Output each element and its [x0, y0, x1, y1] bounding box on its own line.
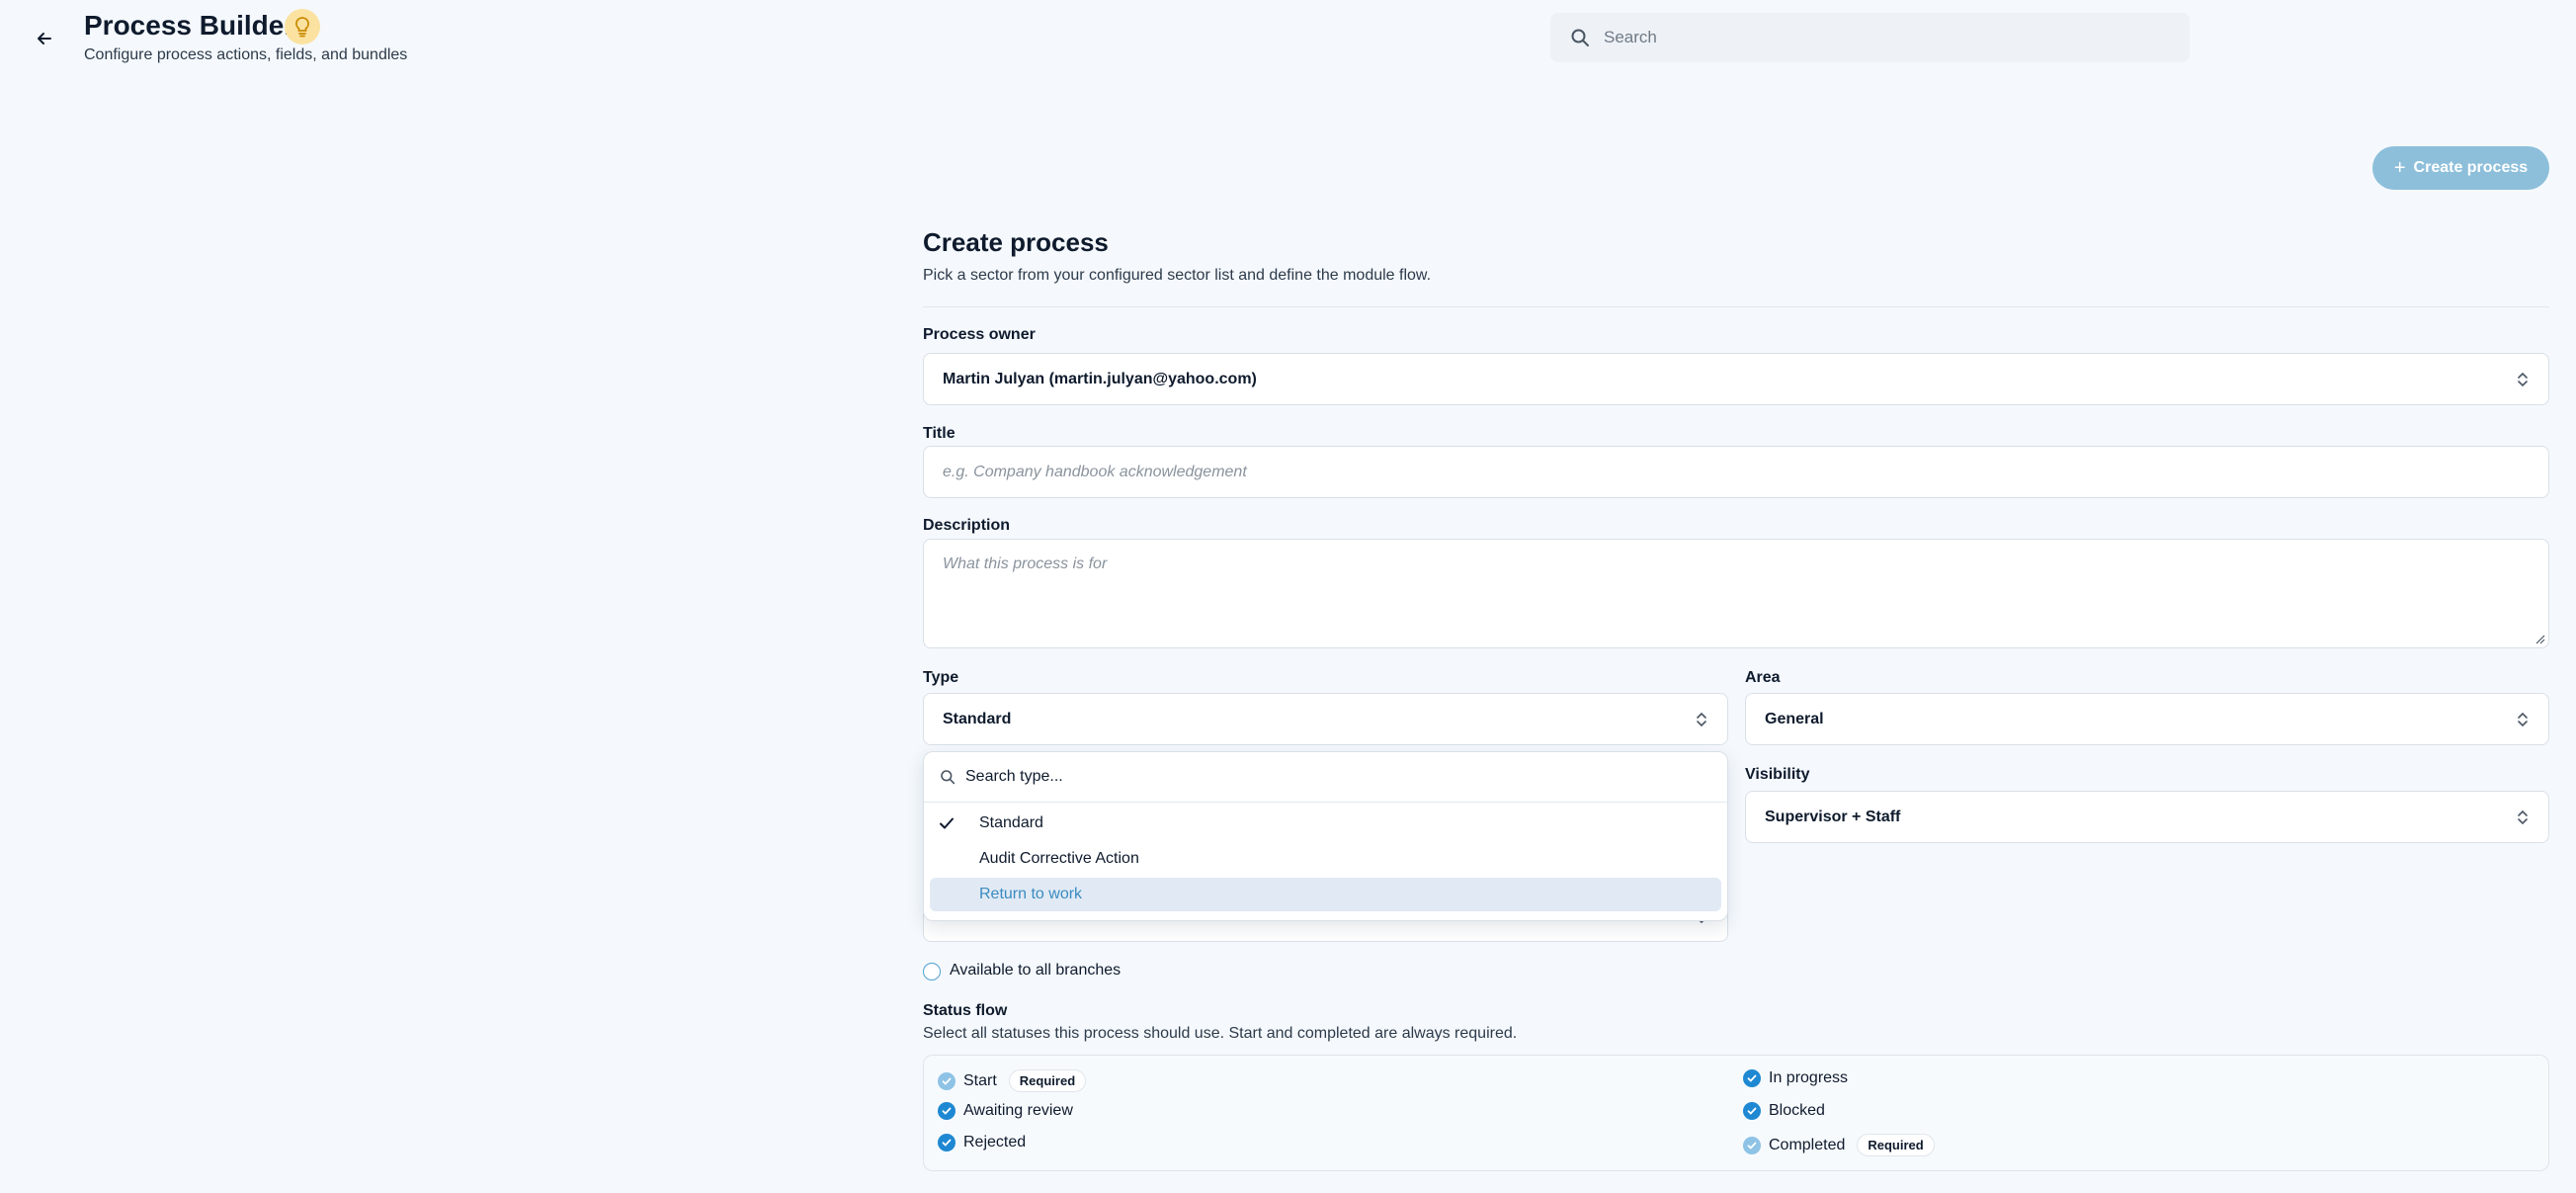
process-owner-label: Process owner — [923, 326, 1036, 343]
branches-checkbox[interactable] — [923, 963, 941, 980]
process-owner-select[interactable]: Martin Julyan (martin.julyan@yahoo.com) — [923, 353, 2549, 405]
option-label: Return to work — [979, 886, 1083, 902]
status-completed[interactable]: Completed Required — [1743, 1134, 1935, 1156]
title-label: Title — [923, 425, 956, 442]
checkbox-icon — [938, 1134, 956, 1151]
visibility-value: Supervisor + Staff — [1765, 808, 1901, 825]
process-owner-value: Martin Julyan (martin.julyan@yahoo.com) — [943, 370, 1257, 387]
status-blocked[interactable]: Blocked — [1743, 1102, 1825, 1120]
area-value: General — [1765, 710, 1824, 727]
status-label: Rejected — [963, 1134, 1027, 1150]
page-subtitle: Configure process actions, fields, and b… — [84, 46, 408, 63]
title-placeholder: e.g. Company handbook acknowledgement — [943, 463, 1247, 480]
chevron-updown-icon — [2518, 810, 2528, 824]
area-label: Area — [1745, 669, 1781, 686]
checkbox-icon — [1743, 1102, 1761, 1120]
status-label: Start — [963, 1071, 997, 1089]
type-label: Type — [923, 669, 959, 686]
divider — [923, 306, 2549, 307]
status-label: Awaiting review — [963, 1102, 1073, 1119]
title-input[interactable]: e.g. Company handbook acknowledgement — [923, 446, 2549, 498]
description-label: Description — [923, 517, 1011, 534]
visibility-label: Visibility — [1745, 766, 1810, 783]
status-awaiting-review[interactable]: Awaiting review — [938, 1102, 1073, 1120]
search-input[interactable] — [1602, 27, 2159, 48]
visibility-select[interactable]: Supervisor + Staff — [1745, 791, 2549, 843]
branches-label: Available to all branches — [950, 962, 1122, 979]
area-select[interactable]: General — [1745, 693, 2549, 745]
type-dropdown: Search type... Standard Audit Corrective… — [923, 751, 1728, 921]
page-title: Process Builder — [84, 10, 295, 41]
required-badge: Required — [1857, 1134, 1935, 1156]
resize-grip-icon[interactable] — [2534, 633, 2545, 644]
status-start[interactable]: Start Required — [938, 1069, 1087, 1092]
option-return-to-work[interactable]: Return to work — [930, 878, 1721, 911]
check-icon — [940, 817, 954, 829]
status-label: Completed — [1769, 1136, 1846, 1153]
search-bar[interactable] — [1550, 13, 2190, 62]
status-flow-panel: Start Required Awaiting review Rejected … — [923, 1055, 2549, 1171]
status-label: In progress — [1769, 1069, 1849, 1086]
chevron-updown-icon — [2518, 372, 2528, 386]
option-audit-corrective-action[interactable]: Audit Corrective Action — [930, 842, 1721, 876]
plus-icon: + — [2393, 157, 2406, 179]
type-value: Standard — [943, 710, 1012, 727]
create-process-button[interactable]: + Create process — [2372, 146, 2549, 190]
required-badge: Required — [1008, 1069, 1087, 1092]
form-description: Pick a sector from your configured secto… — [923, 267, 1432, 284]
option-standard[interactable]: Standard — [930, 807, 1721, 840]
type-search-placeholder: Search type... — [965, 768, 1063, 785]
status-in-progress[interactable]: In progress — [1743, 1069, 1848, 1087]
status-flow-title: Status flow — [923, 1002, 1008, 1019]
status-rejected[interactable]: Rejected — [938, 1134, 1026, 1151]
chevron-updown-icon — [2518, 712, 2528, 726]
description-textarea[interactable]: What this process is for — [923, 539, 2549, 648]
search-icon — [941, 770, 956, 785]
arrow-left-icon — [38, 33, 51, 44]
status-label: Blocked — [1769, 1102, 1825, 1119]
checkbox-icon — [1743, 1069, 1761, 1087]
form-title: Create process — [923, 227, 1109, 257]
checkbox-icon — [938, 1071, 956, 1090]
description-placeholder: What this process is for — [943, 555, 1108, 572]
checkbox-icon — [938, 1102, 956, 1120]
lightbulb-icon[interactable] — [285, 9, 320, 44]
search-icon — [1571, 29, 1589, 46]
create-process-label: Create process — [2413, 159, 2529, 176]
option-label: Standard — [979, 814, 1043, 831]
chevron-updown-icon — [1697, 712, 1706, 726]
back-button[interactable] — [30, 24, 59, 53]
type-select[interactable]: Standard — [923, 693, 1728, 745]
option-label: Audit Corrective Action — [979, 850, 1139, 867]
status-flow-description: Select all statuses this process should … — [923, 1025, 1518, 1042]
type-search[interactable]: Search type... — [924, 752, 1727, 803]
checkbox-icon — [1743, 1136, 1761, 1154]
